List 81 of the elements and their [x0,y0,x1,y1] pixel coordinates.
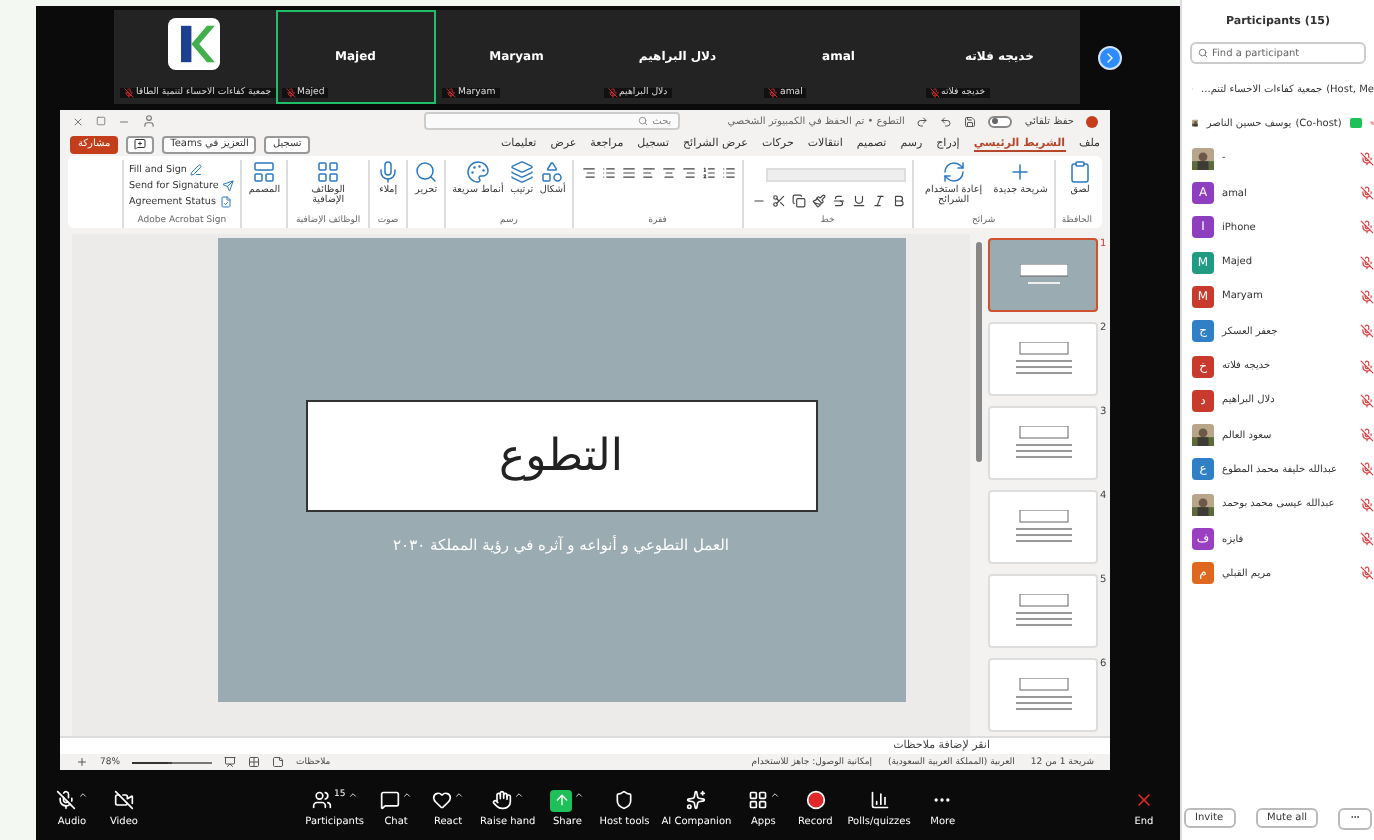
ribbon-icon [376,160,401,185]
paragraph-icon[interactable] [621,166,636,181]
toolbar-icon [686,789,707,809]
format-icon[interactable] [811,194,826,209]
toolbar-icon [432,789,453,809]
search-icon [1198,48,1208,58]
toolbar-icon [491,789,512,809]
ribbon-icon [465,160,490,185]
paragraph-icon[interactable] [661,166,676,181]
ribbon-icon [941,160,966,185]
search-icon [638,116,649,127]
paragraph-icon[interactable] [701,166,716,181]
slide-preview-drawing [1015,342,1071,374]
next-button[interactable] [1098,45,1122,69]
ribbon-icon [1068,160,1092,185]
paragraph-icon[interactable] [641,166,656,181]
save-icon[interactable] [964,115,977,128]
caret-icon [513,789,524,799]
ribbon-icon [509,160,534,185]
slide-preview-drawing [1015,426,1071,458]
ribbon-icon [316,160,341,185]
muted-mic-icon [929,88,939,98]
app-icon [1086,115,1098,128]
muted-mic-icon [446,88,456,98]
share-icon [550,789,573,811]
format-icon[interactable] [831,194,846,209]
account-icon[interactable] [142,114,156,129]
ribbon-icon [252,160,277,185]
paragraph-icon[interactable] [581,166,596,181]
comment-icon [134,138,147,151]
format-icon[interactable] [791,194,806,209]
muted-mic-icon [768,88,778,98]
paragraph-icon[interactable] [601,166,616,181]
caret-icon [78,789,88,799]
autosave-toggle[interactable] [988,115,1013,128]
toolbar-icon [380,789,401,809]
paragraph-icon[interactable] [681,166,696,181]
slide-preview-drawing [1015,510,1071,542]
redo-icon[interactable] [916,115,929,128]
format-icon[interactable] [871,194,886,209]
format-icon[interactable] [891,194,906,209]
comments-button[interactable] [126,135,155,154]
toolbar-icon [614,789,635,809]
caret-icon [769,789,780,799]
muted-mic-icon [124,88,134,98]
acrobat-icon [219,196,232,209]
undo-icon[interactable] [940,115,953,128]
caret-icon [574,789,585,799]
slide-preview-drawing [1019,264,1067,284]
format-icon[interactable] [851,194,866,209]
normal-view-icon[interactable] [272,756,285,769]
ribbon-icon [414,160,439,185]
slide-preview-drawing [1015,678,1071,710]
muted-mic-icon [56,789,76,809]
slide-thumbnail[interactable] [988,237,1098,311]
toolbar-icon [869,789,889,809]
record-icon [805,789,826,809]
acrobat-icon [190,164,203,177]
chevron-right-icon [1102,49,1118,65]
scrollbar-thumb[interactable] [975,241,981,461]
close-icon [1133,789,1154,809]
ribbon-icon [540,160,565,185]
toolbar-icon [747,789,768,809]
muted-mic-icon [285,88,295,98]
caret-icon [454,789,465,799]
toolbar-icon [311,789,332,809]
ribbon-icon [1008,160,1033,185]
caret-icon [402,789,413,799]
font-field[interactable] [765,168,906,183]
acrobat-icon [222,180,235,193]
slide-title: التطوع [305,400,817,512]
muted-mic-icon [607,88,617,98]
zoom-fit-icon[interactable] [76,756,88,769]
caret-icon [347,789,358,799]
format-icon[interactable] [771,194,786,209]
close-icon[interactable] [72,115,84,128]
camera-off-icon [114,789,134,809]
sorter-icon[interactable] [248,756,261,769]
slideshow-icon[interactable] [224,756,237,769]
paragraph-icon[interactable] [721,166,736,181]
slide-preview-drawing [1015,594,1071,626]
